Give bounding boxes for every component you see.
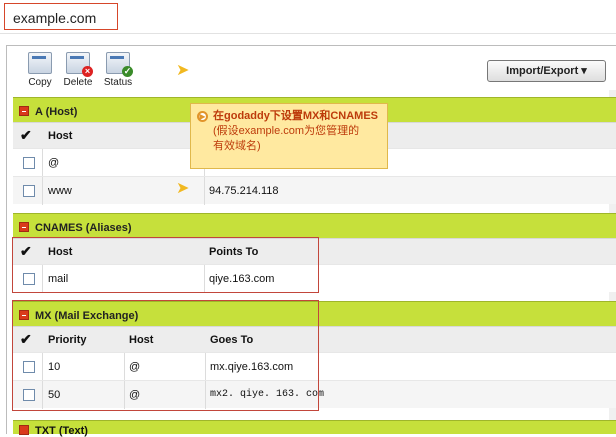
collapse-icon[interactable] (19, 222, 29, 232)
txt-section-title: TXT (Text) (35, 425, 88, 437)
copy-button[interactable]: Copy (21, 52, 59, 88)
delete-button[interactable]: × Delete (59, 52, 97, 88)
callout-line-2: (假设example.com为您管理的 (213, 125, 360, 137)
collapse-icon[interactable] (19, 106, 29, 116)
status-label: Status (103, 77, 133, 88)
row-checkbox[interactable] (23, 185, 35, 197)
select-all-check-icon[interactable]: ✔ (20, 127, 32, 143)
row-checkbox[interactable] (23, 157, 35, 169)
domain-name-box: example.com (4, 3, 118, 30)
cname-section-title: CNAMES (Aliases) (35, 222, 132, 234)
host-cell: @ (48, 157, 60, 169)
col-host: Host (48, 130, 73, 142)
status-icon: ✓ (106, 52, 133, 77)
table-row[interactable]: www 94.75.214.118 (13, 176, 616, 205)
callout-line-3: 有效域名) (213, 140, 261, 152)
top-divider (0, 33, 616, 34)
import-export-button[interactable]: Import/Export ▾ (487, 60, 606, 82)
annotation-callout: ▶ 在godaddy下设置MX和CNAMES (假设example.com为您管… (190, 103, 388, 169)
cursor-spark-icon: ➤ (176, 62, 190, 79)
a-section-title: A (Host) (35, 106, 78, 118)
callout-line-1: 在godaddy下设置MX和CNAMES (213, 110, 378, 122)
cname-highlight-box (12, 237, 319, 293)
value-cell: 94.75.214.118 (209, 185, 279, 197)
cursor-spark-icon: ➤ (176, 180, 190, 197)
copy-label: Copy (28, 77, 52, 88)
delete-label: Delete (63, 77, 93, 88)
txt-section-header[interactable]: TXT (Text) (13, 420, 616, 437)
copy-icon (28, 52, 52, 74)
bullet-icon: ▶ (197, 111, 208, 122)
cname-section-header[interactable]: CNAMES (Aliases) (13, 213, 616, 238)
delete-icon: × (66, 52, 93, 77)
status-button[interactable]: ✓ Status (99, 52, 137, 88)
host-cell: www (48, 185, 72, 197)
mx-highlight-box (12, 300, 319, 411)
